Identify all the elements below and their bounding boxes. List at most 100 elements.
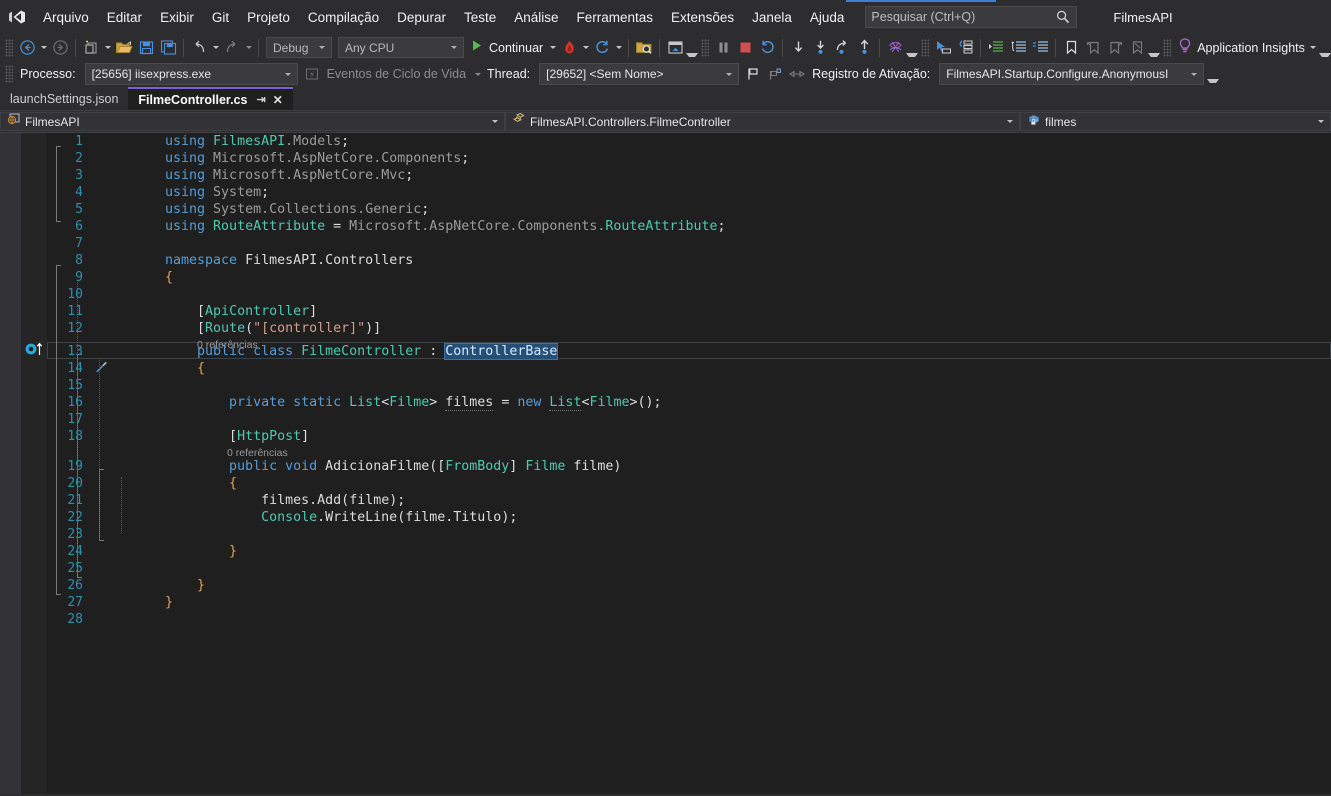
flag-clear-icon[interactable] [786,63,808,85]
toolbar-overflow-chevron-icon[interactable] [686,37,698,59]
chevron-down-icon [1001,120,1019,123]
menu-item-depurar[interactable]: Depurar [388,0,455,34]
menu-item-arquivo[interactable]: Arquivo [34,0,98,34]
thread-combo[interactable]: [29652] <Sem Nome> [539,63,740,85]
menu-item-ferramentas[interactable]: Ferramentas [568,0,663,34]
indent-icon[interactable] [985,37,1007,59]
search-icon [1055,9,1071,25]
continue-dropdown[interactable] [547,37,558,59]
restart-icon[interactable] [591,37,613,59]
application-insights-button[interactable]: Application Insights [1174,37,1308,59]
bookmark-icon[interactable] [1060,37,1082,59]
code-line: 23 [67,526,1331,543]
menu-item-ajuda[interactable]: Ajuda [801,0,854,34]
navbar-member-dropdown[interactable]: filmes [1020,112,1331,131]
live-visual-tree-icon[interactable] [954,37,976,59]
lifecycle-events-icon[interactable] [301,63,323,85]
restart-debug-icon[interactable] [756,37,778,59]
menu-item-extensoes[interactable]: Extensões [662,0,743,34]
step-over-icon[interactable] [809,37,831,59]
platform-combo[interactable]: Any CPU [338,37,464,58]
lifecycle-events-dropdown[interactable] [472,63,483,85]
pin-icon[interactable]: ⇥ [256,93,265,106]
code-line: 28 [67,611,1331,628]
code-editor[interactable]: 1 using FilmesAPI.Models; 2 using Micros… [0,133,1331,794]
bookmark-clear-icon[interactable] [1126,37,1148,59]
navigate-back-icon[interactable] [16,37,38,59]
tab-launchsettings-json[interactable]: launchSettings.json [0,87,129,110]
step-out-icon[interactable] [853,37,875,59]
main-menu: Arquivo Editar Exibir Git Projeto Compil… [34,0,853,34]
menu-item-exibir[interactable]: Exibir [151,0,203,34]
process-combo[interactable]: [25656] iisexpress.exe [84,63,298,85]
tab-filmecontroller-cs[interactable]: FilmeController.cs ⇥ ✕ [128,87,293,110]
pause-icon[interactable] [712,37,734,59]
redo-dropdown[interactable] [243,37,254,59]
menu-item-compilacao[interactable]: Compilação [299,0,388,34]
navigate-forward-icon[interactable] [49,37,71,59]
code-line: 26 } [67,577,1331,594]
navigate-back-dropdown[interactable] [38,37,49,59]
bookmark-previous-icon[interactable] [1082,37,1104,59]
stop-icon[interactable] [734,37,756,59]
toolbar-grip[interactable] [1163,38,1172,57]
toolbar-grip[interactable] [701,38,710,57]
debugbar-overflow-chevron-icon[interactable] [1207,63,1219,85]
select-element-icon[interactable] [932,37,954,59]
search-input[interactable] [871,10,1056,24]
menu-item-editar[interactable]: Editar [98,0,151,34]
hot-reload-dropdown[interactable] [580,37,591,59]
line-text: { [165,270,174,285]
toolbar-separator [782,38,784,57]
field-private-icon [1027,112,1041,131]
threads-icon[interactable] [884,37,906,59]
toolbar-grip[interactable] [5,38,13,57]
application-insights-dropdown[interactable] [1308,37,1319,59]
folder-search-icon[interactable] [633,37,655,59]
new-item-dropdown[interactable] [102,37,113,59]
flag-group-icon[interactable] [764,63,786,85]
debug-overflow-chevron-icon[interactable] [906,37,918,59]
stackframe-combo[interactable]: FilmesAPI.Startup.Configure.AnonymousI [939,63,1205,85]
line-number: 17 [67,412,83,427]
redo-icon[interactable] [221,37,243,59]
line-number: 3 [75,168,83,183]
menu-item-git[interactable]: Git [203,0,238,34]
insights-overflow-chevron-icon[interactable] [1319,37,1331,59]
menu-item-janela[interactable]: Janela [743,0,801,34]
step-into-icon[interactable] [787,37,809,59]
code-line: 9 { [75,269,1331,286]
outdent-icon[interactable] [1007,37,1029,59]
restart-dropdown[interactable] [613,37,624,59]
configuration-combo[interactable]: Debug [266,37,332,58]
code-text-surface[interactable]: 1 using FilmesAPI.Models; 2 using Micros… [47,133,1331,794]
hot-reload-icon[interactable] [558,37,580,59]
undo-dropdown[interactable] [210,37,221,59]
navbar-type-dropdown[interactable]: FilmesAPI.Controllers.FilmeController [505,112,1020,131]
save-icon[interactable] [135,37,157,59]
close-icon[interactable]: ✕ [273,94,283,106]
menu-item-teste[interactable]: Teste [455,0,505,34]
debugbar-grip[interactable] [5,65,13,83]
navbar-project-dropdown[interactable]: FilmesAPI [0,112,505,131]
save-all-icon[interactable] [157,37,179,59]
open-file-icon[interactable] [113,37,135,59]
window-layout-icon[interactable] [664,37,686,59]
step-back-icon[interactable] [831,37,853,59]
code-line: 20 { [67,475,1331,492]
menu-item-projeto[interactable]: Projeto [238,0,299,34]
line-number: 24 [67,544,83,559]
comment-icon[interactable] [1029,37,1051,59]
line-number: 7 [75,236,83,251]
search-box[interactable] [865,6,1078,28]
editor-glyph-margin[interactable] [21,133,47,794]
continue-button[interactable]: Continuar [467,37,547,59]
code-line: 22 Console.WriteLine(filme.Titulo); [67,509,1331,526]
bookmarks-overflow-chevron-icon[interactable] [1148,37,1160,59]
menu-item-analise[interactable]: Análise [505,0,567,34]
new-item-icon[interactable] [80,37,102,59]
flag-icon[interactable] [742,63,764,85]
bookmark-next-icon[interactable] [1104,37,1126,59]
undo-icon[interactable] [188,37,210,59]
toolbar-grip[interactable] [921,38,930,57]
